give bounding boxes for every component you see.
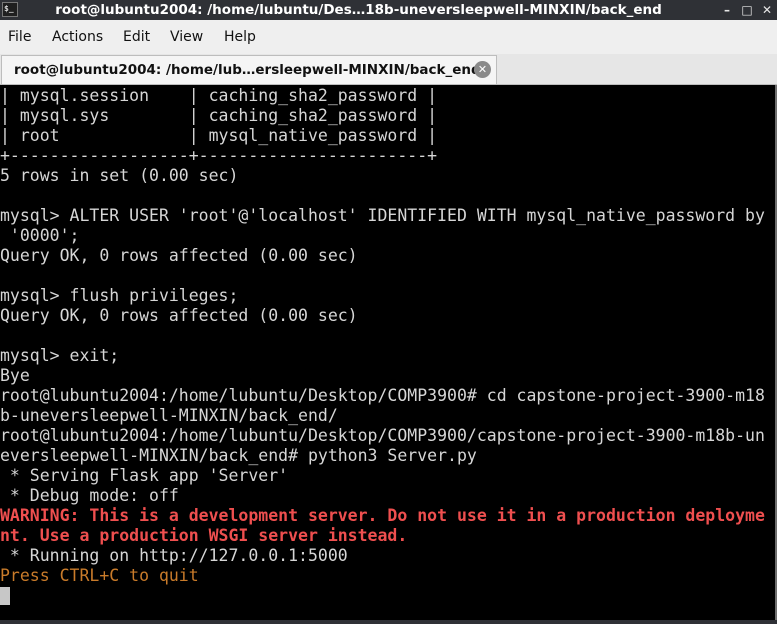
window-titlebar[interactable]: $_ root@lubuntu2004: /home/lubuntu/Des…1… [0, 0, 777, 20]
terminal-line: | mysql.session | caching_sha2_password … [0, 86, 438, 105]
tab-label: root@lubuntu2004: /home/lub…ersleepwell-… [14, 62, 481, 78]
tab-terminal-session[interactable]: root@lubuntu2004: /home/lub…ersleepwell-… [1, 55, 497, 84]
menu-bar: File Actions Edit View Help [0, 20, 777, 54]
terminal-line: Query OK, 0 rows affected (0.00 sec) [0, 246, 358, 265]
terminal-line: Bye [0, 366, 30, 385]
terminal-line: +------------------+--------------------… [0, 146, 438, 165]
menu-help[interactable]: Help [222, 20, 258, 54]
close-window-button[interactable]: ✕ [757, 0, 777, 20]
terminal-line: * Debug mode: off [0, 486, 179, 505]
terminal-line: mysql> ALTER USER 'root'@'localhost' IDE… [0, 206, 765, 225]
window-bottom-border [0, 620, 777, 624]
menu-view[interactable]: View [168, 20, 205, 54]
terminal-warning-line: nt. Use a production WSGI server instead… [0, 526, 408, 545]
window-title: root@lubuntu2004: /home/lubuntu/Des…18b-… [55, 2, 662, 18]
terminal-line: '0000'; [0, 226, 80, 245]
terminal-line: 5 rows in set (0.00 sec) [0, 166, 239, 185]
terminal-line: root@lubuntu2004:/home/lubuntu/Desktop/C… [0, 386, 765, 405]
window-controls: – □ ✕ [717, 0, 777, 20]
menu-edit[interactable]: Edit [121, 20, 152, 54]
terminal-line: mysql> exit; [0, 346, 120, 365]
terminal-line: eversleepwell-MINXIN/back_end# python3 S… [0, 446, 477, 465]
menu-file[interactable]: File [6, 20, 33, 54]
terminal-line: Query OK, 0 rows affected (0.00 sec) [0, 306, 358, 325]
maximize-button[interactable]: □ [737, 0, 757, 20]
terminal-line: * Serving Flask app 'Server' [0, 466, 289, 485]
terminal-line: * Running on http://127.0.0.1:5000 [0, 546, 348, 565]
terminal-cursor [0, 587, 10, 605]
terminal-hint-line: Press CTRL+C to quit [0, 566, 199, 585]
terminal-line: b-uneversleepwell-MINXIN/back_end/ [0, 406, 338, 425]
tab-bar: root@lubuntu2004: /home/lub…ersleepwell-… [0, 54, 777, 85]
terminal-line: | root | mysql_native_password | [0, 126, 438, 145]
terminal-line: | mysql.sys | caching_sha2_password | [0, 106, 438, 125]
terminal-warning-line: WARNING: This is a development server. D… [0, 506, 765, 525]
terminal-line: root@lubuntu2004:/home/lubuntu/Desktop/C… [0, 426, 765, 445]
minimize-button[interactable]: – [717, 0, 737, 20]
menu-actions[interactable]: Actions [50, 20, 105, 54]
terminal-line: mysql> flush privileges; [0, 286, 239, 305]
terminal-output[interactable]: | mysql.session | caching_sha2_password … [0, 85, 777, 620]
close-tab-icon[interactable]: ✕ [474, 61, 491, 78]
